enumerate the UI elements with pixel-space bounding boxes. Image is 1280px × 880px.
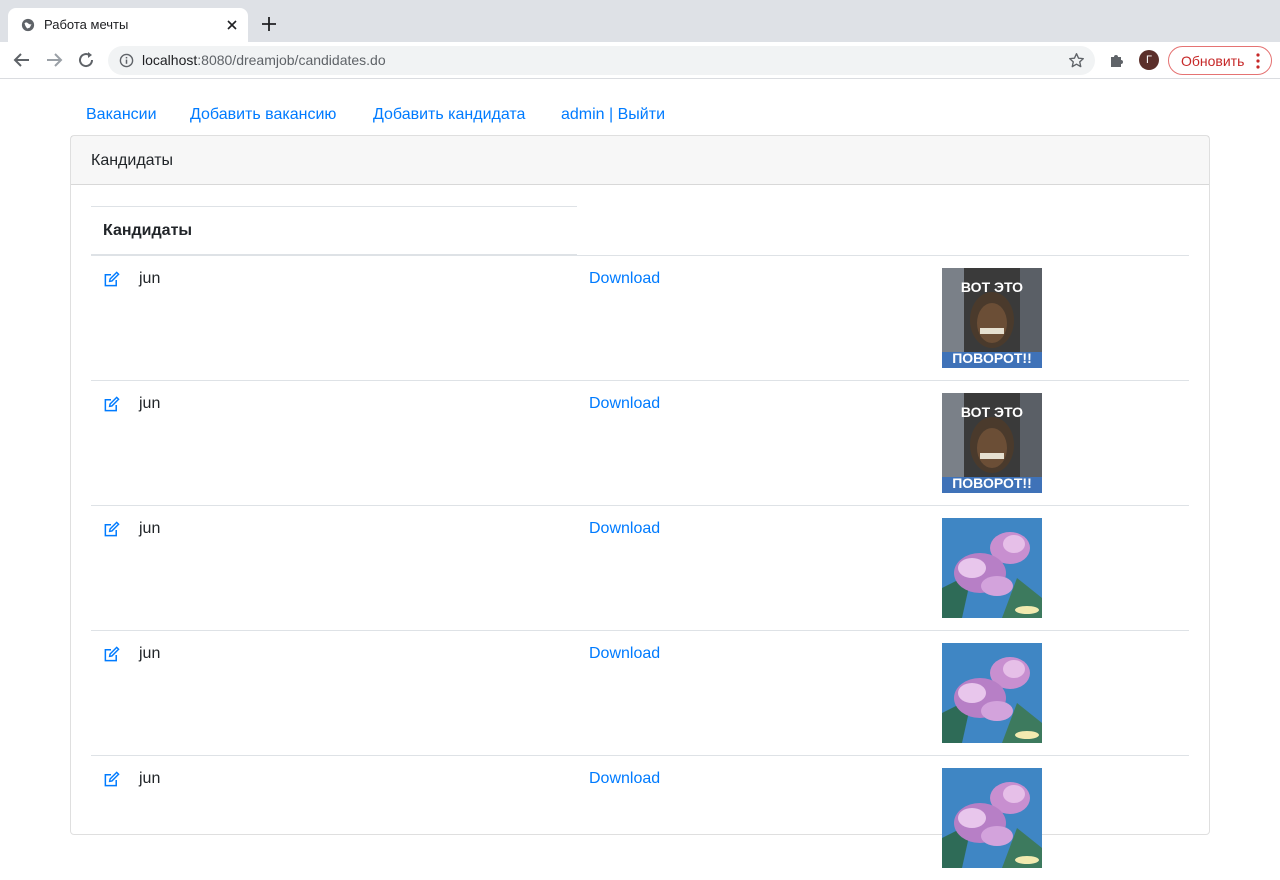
address-bar[interactable]: localhost:8080/dreamjob/candidates.do xyxy=(108,46,1095,75)
candidate-photo-image xyxy=(942,768,1042,868)
edit-icon[interactable] xyxy=(103,521,120,538)
candidate-photo xyxy=(942,643,1042,743)
more-vertical-icon xyxy=(1256,53,1260,69)
candidate-name: jun xyxy=(139,270,161,287)
card-header: Кандидаты xyxy=(71,136,1209,185)
candidate-name: jun xyxy=(139,770,161,787)
table-divider xyxy=(91,206,577,207)
photo-caption-top: ВОТ ЭТО xyxy=(961,279,1023,295)
nav-link-add-vacancy[interactable]: Добавить вакансию xyxy=(190,106,336,124)
url-text[interactable]: localhost:8080/dreamjob/candidates.do xyxy=(142,52,386,68)
candidate-photo xyxy=(942,518,1042,618)
info-icon[interactable] xyxy=(119,53,134,68)
candidate-name: jun xyxy=(139,395,161,412)
photo-caption-bottom: ПОВОРОТ!! xyxy=(952,475,1032,491)
update-label: Обновить xyxy=(1181,53,1245,69)
edit-icon[interactable] xyxy=(103,271,120,288)
candidate-photo-image xyxy=(942,518,1042,618)
new-tab-icon[interactable] xyxy=(260,15,278,33)
nav-link-vacancies[interactable]: Вакансии xyxy=(86,106,157,124)
update-browser-button[interactable]: Обновить xyxy=(1168,46,1272,75)
edit-icon[interactable] xyxy=(103,771,120,788)
candidate-photo: ВОТ ЭТО ПОВОРОТ!! xyxy=(942,268,1042,368)
globe-icon xyxy=(21,18,35,32)
candidate-photo: ВОТ ЭТО ПОВОРОТ!! xyxy=(942,393,1042,493)
photo-caption-bottom: ПОВОРОТ!! xyxy=(952,350,1032,366)
edit-icon[interactable] xyxy=(103,646,120,663)
forward-arrow-icon[interactable] xyxy=(44,50,64,70)
table-row: jun Download xyxy=(91,630,1189,755)
extensions-puzzle-icon[interactable] xyxy=(1108,51,1126,69)
candidate-photo-image: ВОТ ЭТО ПОВОРОТ!! xyxy=(942,393,1042,493)
tab-title: Работа мечты xyxy=(44,17,129,32)
download-link[interactable]: Download xyxy=(589,770,660,788)
url-host: localhost xyxy=(142,52,198,68)
table-row: jun Download ВОТ ЭТО ПОВОРОТ!! xyxy=(91,255,1189,380)
nav-link-add-candidate[interactable]: Добавить кандидата xyxy=(373,106,525,124)
nav-link-logout[interactable]: admin | Выйти xyxy=(561,106,665,124)
download-link[interactable]: Download xyxy=(589,270,660,288)
table-row: jun Download ВОТ ЭТО ПОВОРОТ!! xyxy=(91,380,1189,505)
table-row: jun Download xyxy=(91,505,1189,630)
page-content: Вакансии Добавить вакансию Добавить канд… xyxy=(0,80,1280,868)
candidate-name: jun xyxy=(139,645,161,662)
browser-toolbar: localhost:8080/dreamjob/candidates.do xyxy=(0,42,1280,79)
download-link[interactable]: Download xyxy=(589,395,660,413)
url-path: :8080/dreamjob/candidates.do xyxy=(197,52,386,68)
candidate-photo xyxy=(942,768,1042,868)
browser-tab[interactable]: Работа мечты xyxy=(8,8,248,42)
table-row: jun Download xyxy=(91,755,1189,880)
candidate-name: jun xyxy=(139,520,161,537)
table-column-header: Кандидаты xyxy=(103,222,193,239)
photo-caption-top: ВОТ ЭТО xyxy=(961,404,1023,420)
back-arrow-icon[interactable] xyxy=(12,50,32,70)
profile-avatar[interactable]: Г xyxy=(1139,50,1159,70)
download-link[interactable]: Download xyxy=(589,520,660,538)
edit-icon[interactable] xyxy=(103,396,120,413)
candidates-card: Кандидаты Кандидаты jun Download ВОТ ЭТО… xyxy=(70,135,1210,868)
close-icon[interactable] xyxy=(224,17,240,33)
reload-icon[interactable] xyxy=(76,50,96,70)
star-icon[interactable] xyxy=(1068,52,1085,69)
download-link[interactable]: Download xyxy=(589,645,660,663)
browser-tabstrip: Работа мечты xyxy=(0,0,1280,42)
candidate-photo-image xyxy=(942,643,1042,743)
candidate-photo-image: ВОТ ЭТО ПОВОРОТ!! xyxy=(942,268,1042,368)
